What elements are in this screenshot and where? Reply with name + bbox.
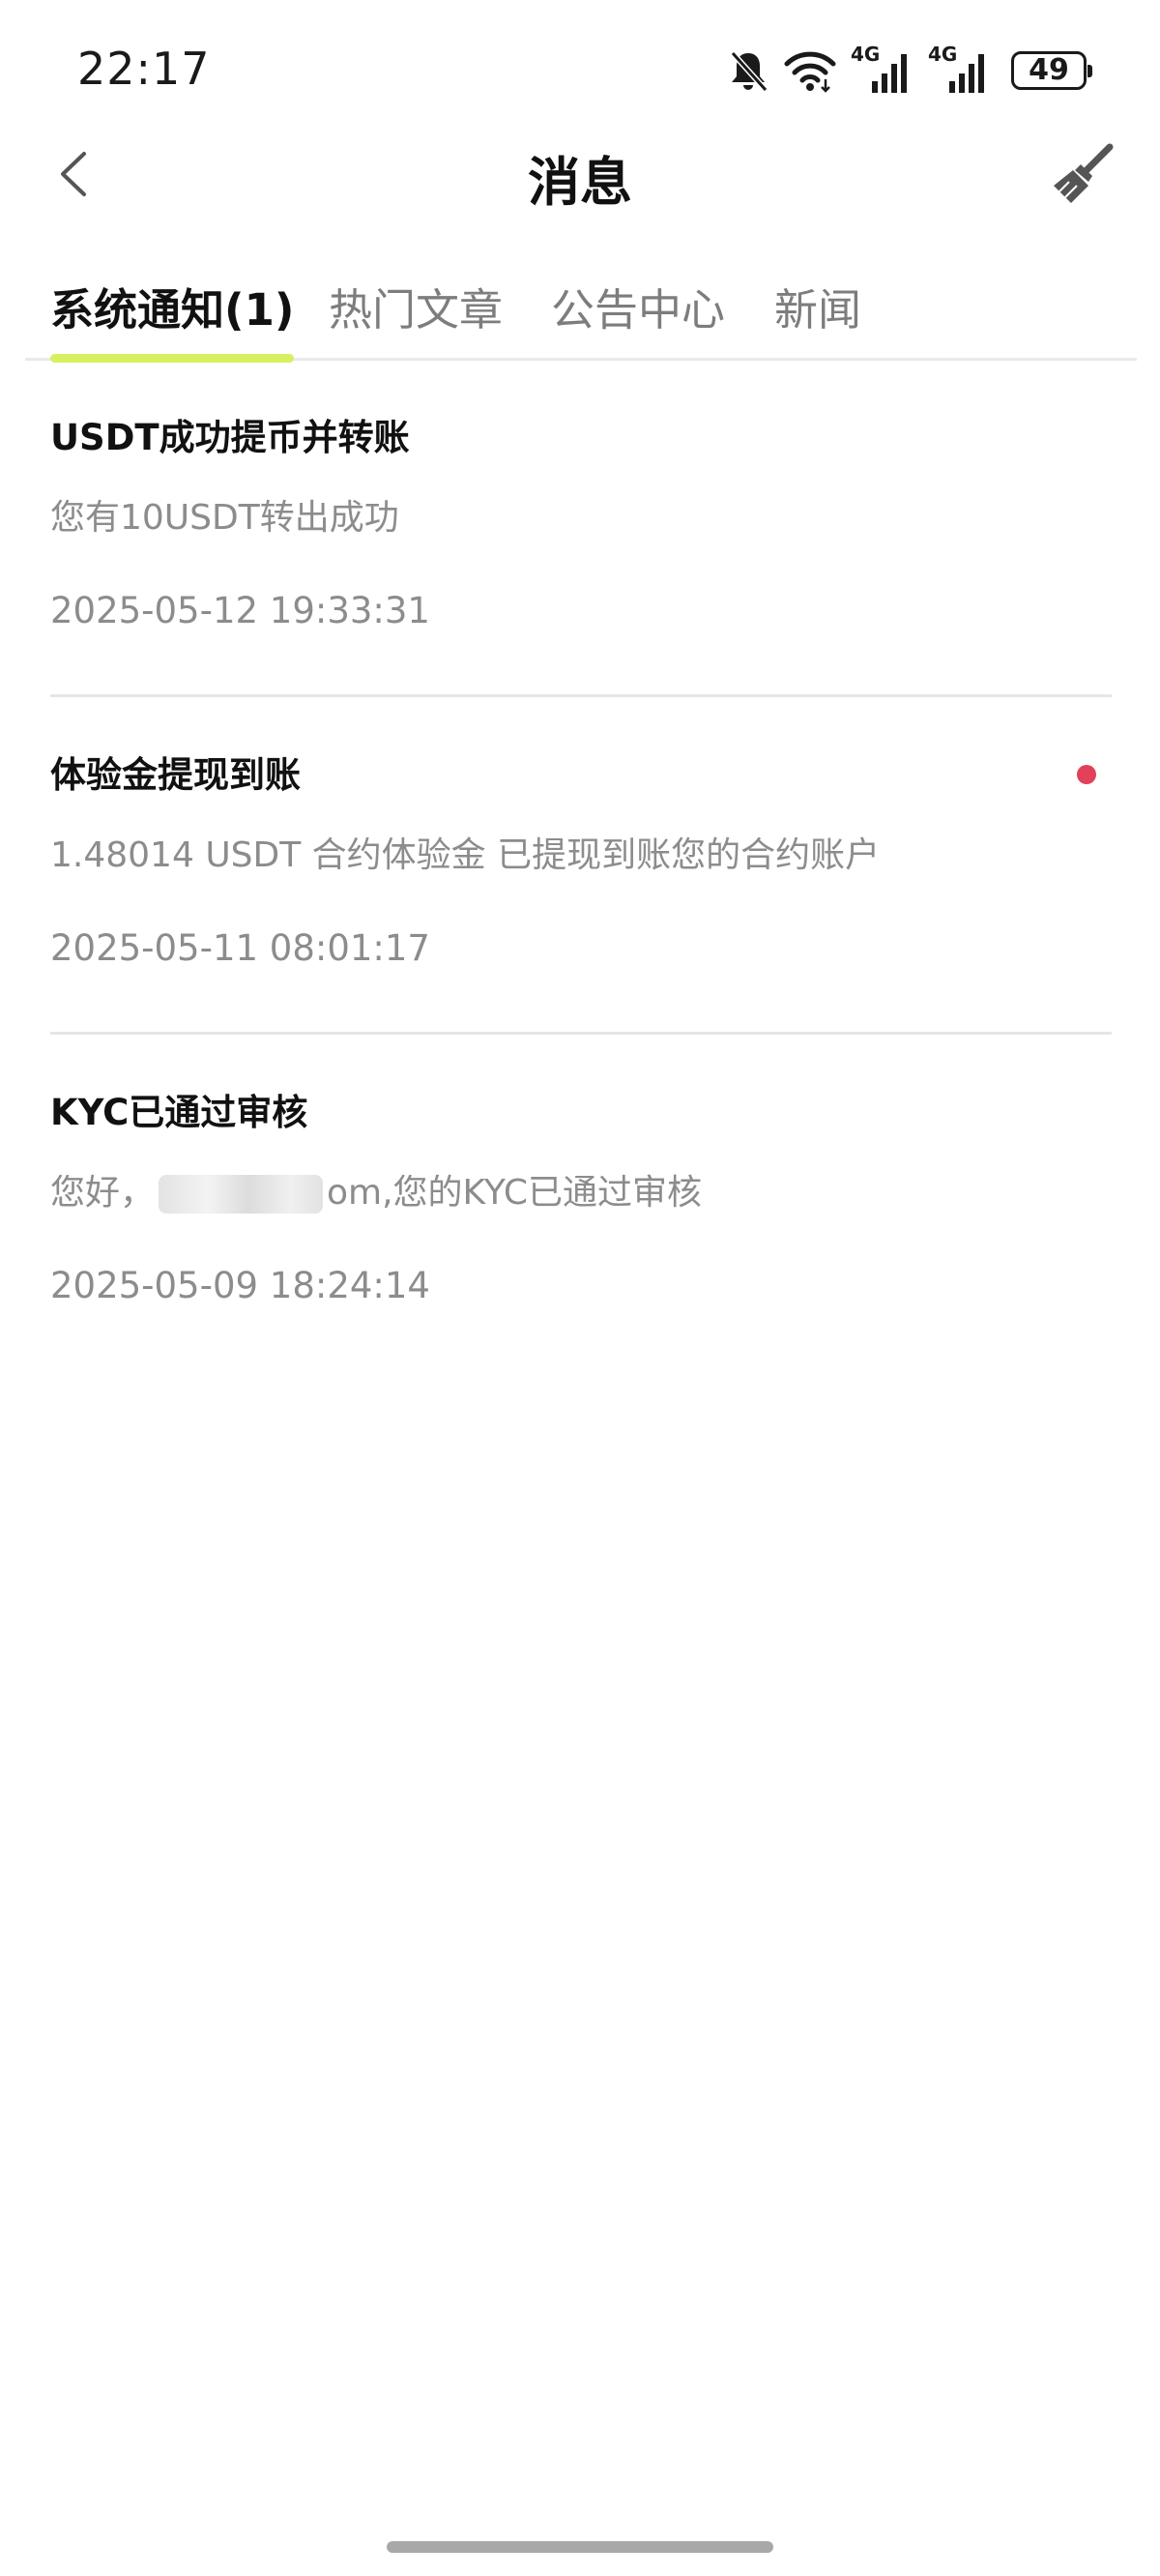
tab-announcements[interactable]: 公告中心 xyxy=(551,275,725,337)
message-title: KYC已通过审核 xyxy=(50,1092,308,1133)
message-title: USDT成功提币并转账 xyxy=(50,417,410,458)
page-title: 消息 xyxy=(528,152,632,213)
tab-label: 公告中心 xyxy=(551,284,726,336)
message-time: 2025-05-09 18:24:14 xyxy=(50,1265,430,1306)
message-body-suffix: om,您的KYC已通过审核 xyxy=(327,1173,703,1213)
battery-level: 49 xyxy=(1029,53,1069,87)
message-item[interactable]: USDT成功提币并转账 您有10USDT转出成功 2025-05-12 19:3… xyxy=(50,360,1112,697)
message-list: USDT成功提币并转账 您有10USDT转出成功 2025-05-12 19:3… xyxy=(50,360,1112,1372)
signal-icon: 4G xyxy=(928,43,992,95)
bell-off-icon xyxy=(727,47,769,94)
message-body: 您好， om,您的KYC已通过审核 xyxy=(50,1164,702,1215)
clear-all-button[interactable] xyxy=(1046,137,1119,211)
tab-bar: 系统通知(1) 热门文章 公告中心 新闻 xyxy=(25,261,1137,363)
header: 消息 xyxy=(0,126,1160,222)
broom-icon xyxy=(1054,143,1114,203)
message-body: 您有10USDT转出成功 xyxy=(50,498,399,538)
battery-icon: 49 xyxy=(1011,51,1092,90)
tab-hot-articles[interactable]: 热门文章 xyxy=(329,275,503,337)
message-time: 2025-05-12 19:33:31 xyxy=(50,590,430,631)
home-indicator[interactable] xyxy=(387,2541,773,2553)
message-title: 体验金提现到账 xyxy=(50,754,301,796)
status-time: 22:17 xyxy=(77,43,211,95)
message-item[interactable]: KYC已通过审核 您好， om,您的KYC已通过审核 2025-05-09 18:… xyxy=(50,1035,1112,1372)
message-time: 2025-05-11 08:01:17 xyxy=(50,927,430,969)
wifi-icon xyxy=(783,48,837,93)
tab-label: 系统通知(1) xyxy=(50,284,295,336)
tab-label: 新闻 xyxy=(774,284,862,336)
status-icons: 4G 4G 49 xyxy=(727,43,1092,97)
message-body: 1.48014 USDT 合约体验金 已提现到账您的合约账户 xyxy=(50,835,881,875)
message-body-prefix: 您好， xyxy=(50,1173,156,1213)
signal-icon: 4G xyxy=(851,43,914,95)
status-bar: 22:17 4G 4G 49 xyxy=(0,0,1160,135)
tab-label: 热门文章 xyxy=(329,284,504,336)
redacted-email xyxy=(159,1175,324,1214)
message-item[interactable]: 体验金提现到账 1.48014 USDT 合约体验金 已提现到账您的合约账户 2… xyxy=(50,697,1112,1035)
unread-dot xyxy=(1077,765,1096,784)
tab-news[interactable]: 新闻 xyxy=(774,275,861,337)
tab-system-notifications[interactable]: 系统通知(1) xyxy=(50,275,295,363)
